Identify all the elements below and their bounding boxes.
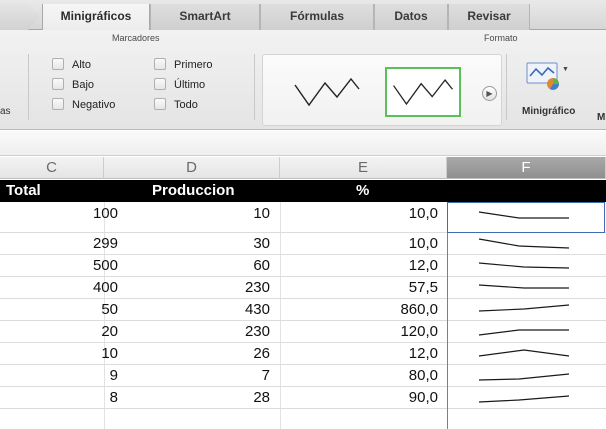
cell-total[interactable]: 100 — [0, 203, 118, 225]
cell-produccion[interactable]: 10 — [104, 203, 270, 225]
tab-overflow-arrow[interactable] — [0, 4, 40, 30]
cell-produccion[interactable]: 30 — [104, 233, 270, 255]
cell-percent[interactable]: 12,0 — [280, 255, 438, 277]
sparkline-style-gallery: ▶ — [262, 54, 502, 126]
group-separator — [28, 54, 29, 120]
ribbon-panel: as Marcadores Alto Bajo Negativo Primero… — [0, 30, 606, 130]
checkbox-label: Negativo — [72, 99, 116, 111]
sparkline-button[interactable]: ▼ Minigráfico — [512, 54, 590, 126]
column-header-d[interactable]: D — [104, 157, 280, 179]
checkbox-label: Todo — [174, 99, 198, 111]
header-cell-percent[interactable]: % — [356, 180, 369, 202]
group-separator — [506, 54, 507, 120]
cell-total[interactable]: 10 — [0, 343, 118, 365]
formula-bar-strip[interactable] — [0, 131, 606, 156]
cell-total[interactable]: 400 — [0, 277, 118, 299]
sparkline-chart-icon — [526, 62, 559, 90]
group-label-fragment: as — [0, 106, 11, 117]
tab-formulas[interactable]: Fórmulas — [260, 4, 374, 30]
checkbox-box[interactable] — [154, 58, 166, 70]
cell-total[interactable]: 50 — [0, 299, 118, 321]
selected-column-range — [447, 202, 605, 429]
checkbox-todo[interactable]: Todo — [154, 98, 198, 114]
ribbon-label-fragment: M — [597, 112, 606, 123]
checkbox-bajo[interactable]: Bajo — [52, 78, 94, 94]
cell-percent[interactable]: 80,0 — [280, 365, 438, 387]
sparkline-style-option-selected[interactable] — [385, 67, 461, 117]
tab-datos[interactable]: Datos — [374, 4, 448, 30]
cell-percent[interactable]: 90,0 — [280, 387, 438, 409]
checkbox-box[interactable] — [154, 98, 166, 110]
checkbox-primero[interactable]: Primero — [154, 58, 213, 74]
checkbox-ultimo[interactable]: Último — [154, 78, 205, 94]
cell-total[interactable]: 9 — [0, 365, 118, 387]
cell-percent[interactable]: 10,0 — [280, 203, 438, 225]
cell-percent[interactable]: 12,0 — [280, 343, 438, 365]
cell-total[interactable]: 8 — [0, 387, 118, 409]
checkbox-box[interactable] — [52, 98, 64, 110]
column-header-c[interactable]: C — [0, 157, 104, 179]
gallery-next-icon[interactable]: ▶ — [482, 86, 497, 101]
dropdown-caret-icon[interactable]: ▼ — [562, 66, 569, 73]
column-header-e[interactable]: E — [280, 157, 447, 179]
tab-minigraficos[interactable]: Minigráficos — [42, 4, 150, 31]
cell-percent[interactable]: 57,5 — [280, 277, 438, 299]
cell-total[interactable]: 299 — [0, 233, 118, 255]
cell-produccion[interactable]: 28 — [104, 387, 270, 409]
cell-produccion[interactable]: 60 — [104, 255, 270, 277]
checkbox-box[interactable] — [52, 58, 64, 70]
ribbon-tab-bar: Minigráficos SmartArt Fórmulas Datos Rev… — [0, 0, 606, 31]
cell-produccion[interactable]: 230 — [104, 277, 270, 299]
checkbox-label: Último — [174, 79, 206, 91]
cell-total[interactable]: 500 — [0, 255, 118, 277]
table-header-row — [0, 180, 606, 202]
header-cell-total[interactable]: Total — [6, 180, 41, 202]
sparkline-button-label: Minigráfico — [522, 106, 576, 117]
checkbox-box[interactable] — [154, 78, 166, 90]
cell-percent[interactable]: 10,0 — [280, 233, 438, 255]
cell-produccion[interactable]: 430 — [104, 299, 270, 321]
active-cell[interactable] — [447, 202, 605, 233]
checkbox-label: Primero — [174, 59, 213, 71]
tab-smartart[interactable]: SmartArt — [150, 4, 260, 30]
group-separator — [254, 54, 255, 120]
cell-percent[interactable]: 120,0 — [280, 321, 438, 343]
checkbox-negativo[interactable]: Negativo — [52, 98, 115, 114]
cell-produccion[interactable]: 230 — [104, 321, 270, 343]
column-header-f[interactable]: F — [447, 157, 606, 179]
markers-group-title: Marcadores — [112, 33, 160, 43]
cell-produccion[interactable]: 7 — [104, 365, 270, 387]
tab-revisar[interactable]: Revisar — [448, 4, 530, 30]
checkbox-label: Bajo — [72, 79, 95, 91]
cell-percent[interactable]: 860,0 — [280, 299, 438, 321]
checkbox-box[interactable] — [52, 78, 64, 90]
cell-produccion[interactable]: 26 — [104, 343, 270, 365]
header-cell-produccion[interactable]: Produccion — [152, 180, 235, 202]
checkbox-alto[interactable]: Alto — [52, 58, 91, 74]
checkbox-label: Alto — [72, 59, 91, 71]
format-group-title: Formato — [484, 33, 518, 43]
cell-total[interactable]: 20 — [0, 321, 118, 343]
sparkline-style-option[interactable] — [287, 67, 363, 117]
